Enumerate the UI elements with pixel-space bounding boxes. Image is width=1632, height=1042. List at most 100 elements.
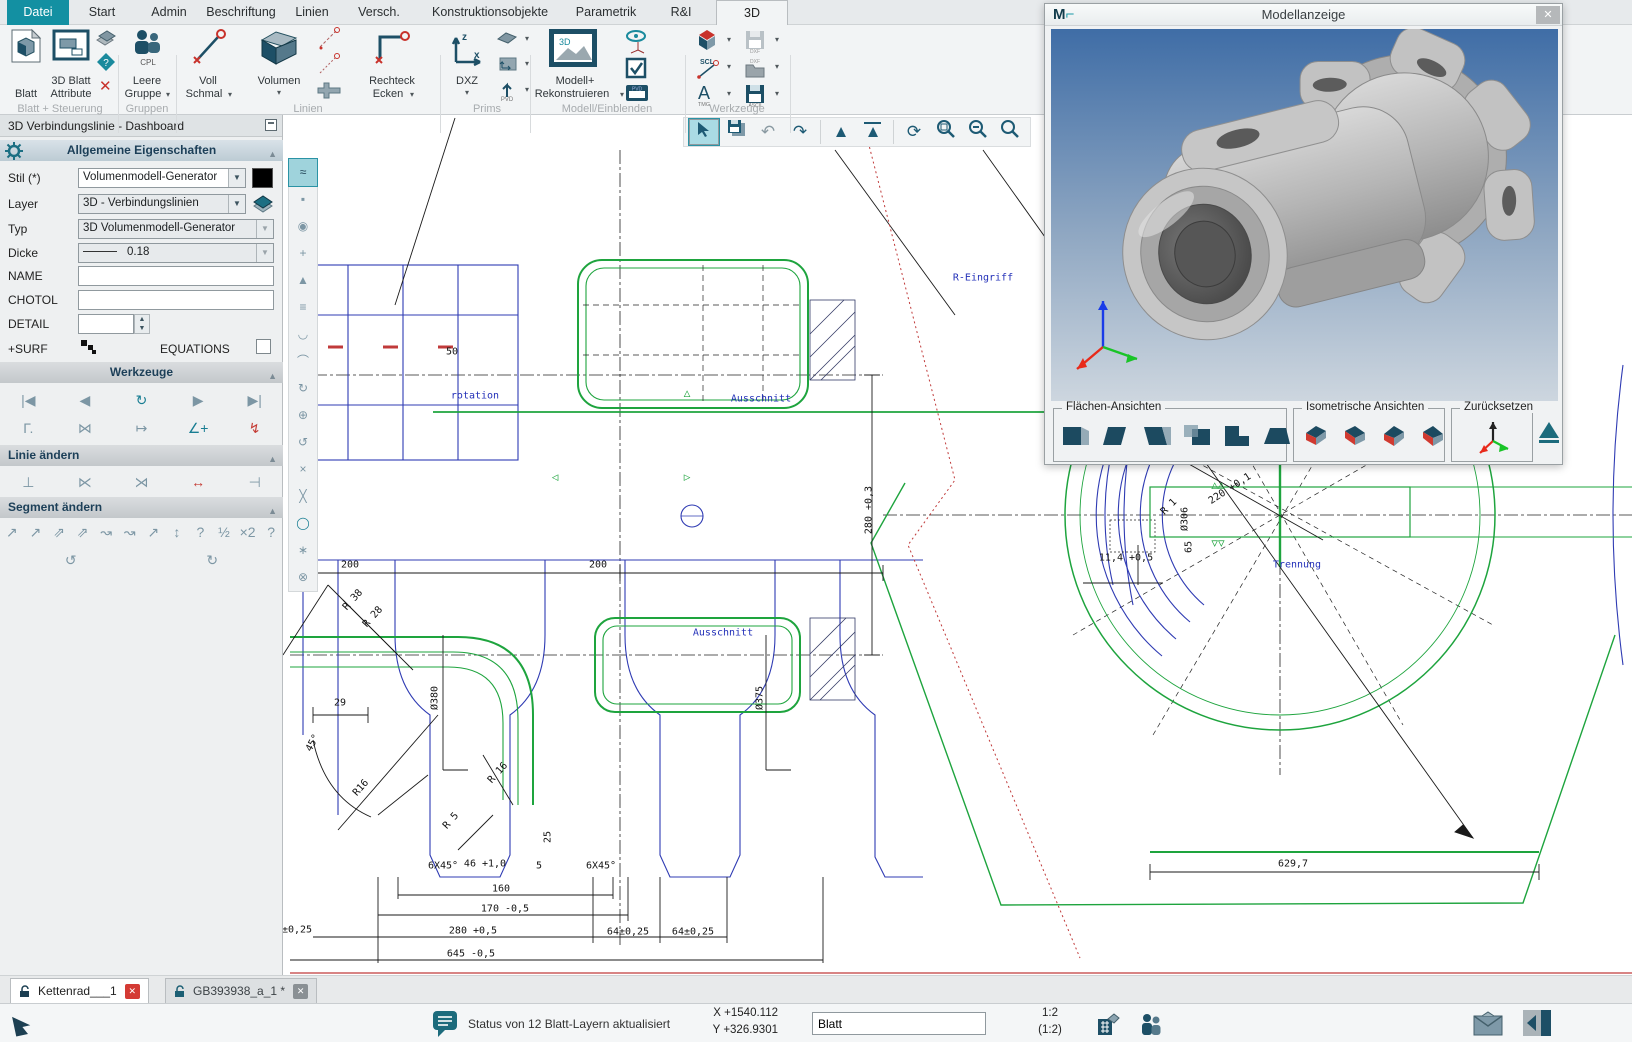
delete-cross-tool[interactable]: × xyxy=(289,456,317,483)
construction-line2-icon[interactable] xyxy=(316,53,342,77)
tab-start[interactable]: Start xyxy=(89,0,115,25)
segment-query-tool[interactable]: ? xyxy=(260,521,282,543)
leere-gruppe-button[interactable]: Leere xyxy=(133,75,161,87)
leere-gruppe-dropdown[interactable]: ▾ xyxy=(166,90,170,99)
rechteck-ecken-icon[interactable] xyxy=(372,29,412,67)
dxf-open-icon[interactable]: DXF xyxy=(742,55,770,81)
pvd-screen-icon[interactable]: PVD xyxy=(624,83,650,103)
zoom-out-button[interactable] xyxy=(963,119,993,145)
segment-angle-query-tool[interactable]: ? xyxy=(189,521,211,543)
leere-gruppe-icon[interactable]: CPL xyxy=(130,28,166,68)
modell-rekonstruieren-icon[interactable]: 3D xyxy=(546,26,600,72)
line-extend-tool[interactable]: ↦ xyxy=(130,417,152,439)
pin-icon[interactable] xyxy=(265,119,277,131)
line-trim-tool[interactable]: ⊣ xyxy=(244,471,266,493)
segment-double-tool[interactable]: ×2 xyxy=(237,521,259,543)
users-icon[interactable] xyxy=(1138,1011,1164,1037)
coordinate-xy-tool[interactable]: ≡ xyxy=(289,294,317,321)
dxz-button[interactable]: DXZ xyxy=(456,75,478,87)
construction-line-icon[interactable] xyxy=(316,27,342,51)
delete-icon[interactable]: ✕ xyxy=(99,77,112,95)
detail-input[interactable] xyxy=(78,314,134,334)
close-sheet-icon[interactable]: ✕ xyxy=(125,984,140,999)
segment-offset-tool[interactable]: ⇗ xyxy=(72,521,94,543)
volumen-button[interactable]: Volumen xyxy=(258,75,301,87)
layer-stack-icon[interactable] xyxy=(252,194,274,214)
layer-select[interactable]: 3D - Verbindungslinien▼ xyxy=(78,194,246,214)
go-next-button[interactable]: ▶ xyxy=(187,389,209,411)
rotate-tool[interactable]: ↻ xyxy=(289,375,317,402)
refresh-view-button[interactable]: ⟳ xyxy=(899,119,929,145)
fit-view-button[interactable] xyxy=(1539,422,1559,443)
iso-view-2-icon[interactable] xyxy=(1339,421,1373,451)
go-last-button[interactable]: ▶| xyxy=(244,389,266,411)
star-point-tool[interactable]: ∗ xyxy=(289,537,317,564)
volumen-icon[interactable] xyxy=(256,28,302,68)
collapse-icon[interactable]: ▲ xyxy=(268,366,277,387)
3d-blatt-attribute-button[interactable]: 3D Blatt xyxy=(51,75,90,87)
3d-blatt-attribute-icon[interactable] xyxy=(52,29,90,63)
view-top-icon[interactable] xyxy=(1220,421,1254,451)
line-number-tool[interactable]: Γ. xyxy=(17,417,39,439)
checkbox-icon[interactable] xyxy=(624,56,650,80)
modellanzeige-title-bar[interactable]: M⌐ Modellanzeige ✕ xyxy=(1045,4,1562,26)
modellanzeige-window[interactable]: M⌐ Modellanzeige ✕ xyxy=(1044,3,1563,465)
cube-export-dropdown[interactable]: ▾ xyxy=(727,35,731,44)
segment-arc-tool[interactable]: ↝ xyxy=(119,521,141,543)
collapse-icon[interactable]: ▲ xyxy=(268,501,277,522)
chotol-input[interactable] xyxy=(78,290,274,310)
collapse-icon[interactable]: ▲ xyxy=(268,144,277,165)
go-previous-button[interactable]: ◀ xyxy=(74,389,96,411)
blatt-icon[interactable] xyxy=(8,28,44,66)
scl-line-icon[interactable]: SCL xyxy=(694,55,722,81)
iso-view-4-icon[interactable] xyxy=(1417,421,1451,451)
zoom-window-button[interactable] xyxy=(931,119,961,145)
line-split-tool[interactable]: ⊥ xyxy=(17,471,39,493)
scl-line-dropdown[interactable]: ▾ xyxy=(727,62,731,71)
snap-emitter-tool[interactable]: ◉ xyxy=(289,213,317,240)
sheet-grid-icon[interactable] xyxy=(1096,1011,1122,1037)
reload-button[interactable]: ↻ xyxy=(130,389,152,411)
loop-tool[interactable]: ↺ xyxy=(289,429,317,456)
line-mirror-left-tool[interactable]: ⋉ xyxy=(74,471,96,493)
move-top-button[interactable]: ▲ xyxy=(858,119,888,145)
zx-folder-icon[interactable] xyxy=(496,53,518,73)
segment-point-tool[interactable]: ↗ xyxy=(142,521,164,543)
save-as-button[interactable] xyxy=(721,119,751,145)
view-front-icon[interactable] xyxy=(1060,421,1094,451)
arc-tool[interactable]: ⌒ xyxy=(289,348,317,375)
pvd-arrow-icon[interactable]: PVD xyxy=(496,79,518,101)
voll-schmal-button[interactable]: Voll xyxy=(199,75,217,87)
angle-add-tool[interactable]: ∠+ xyxy=(187,417,209,439)
view-left-icon[interactable] xyxy=(1140,421,1174,451)
cube-export-icon[interactable] xyxy=(694,28,722,54)
section-header-linie-aendern[interactable]: Linie ändern ▲ xyxy=(0,445,283,466)
equations-checkbox[interactable] xyxy=(256,339,271,354)
tab-beschriftung[interactable]: Beschriftung xyxy=(206,0,275,25)
segment-curve-tool[interactable]: ↝ xyxy=(95,521,117,543)
3d-blatt-attribute-button[interactable]: Attribute xyxy=(51,88,92,100)
window-close-button[interactable]: ✕ xyxy=(1536,6,1560,24)
iso-view-3-icon[interactable] xyxy=(1378,421,1412,451)
tab-ri[interactable]: R&I xyxy=(671,0,692,25)
curve-tool[interactable]: ◡ xyxy=(289,321,317,348)
detail-spinner[interactable]: ▲▼ xyxy=(134,314,150,334)
line-points-tool[interactable]: ↯ xyxy=(244,417,266,439)
view-right-icon[interactable] xyxy=(1180,421,1214,451)
section-header-werkzeuge[interactable]: Werkzeuge ▲ xyxy=(0,362,283,383)
dxz-dropdown[interactable]: ▾ xyxy=(465,88,469,97)
segment-half-tool[interactable]: ½ xyxy=(213,521,235,543)
move-up-button[interactable]: ▲ xyxy=(826,119,856,145)
reset-axes-icon[interactable] xyxy=(1476,419,1512,457)
globe-tool[interactable]: ◯ xyxy=(289,510,317,537)
segment-stretch-tool[interactable]: ⇗ xyxy=(48,521,70,543)
voll-schmal-icon[interactable] xyxy=(190,29,228,67)
tab-3d[interactable]: 3D xyxy=(716,0,788,25)
volumen-dropdown[interactable]: ▾ xyxy=(277,88,281,97)
voll-schmal-button[interactable]: Schmal xyxy=(186,88,223,100)
name-input[interactable] xyxy=(78,266,274,286)
dxf-save-icon[interactable]: DXF xyxy=(742,28,770,54)
tab-konstruktionsobjekte[interactable]: Konstruktionsobjekte xyxy=(432,0,548,25)
voll-schmal-dropdown[interactable]: ▾ xyxy=(228,90,232,99)
line-endpoints-tool[interactable]: ↔ xyxy=(187,471,209,493)
